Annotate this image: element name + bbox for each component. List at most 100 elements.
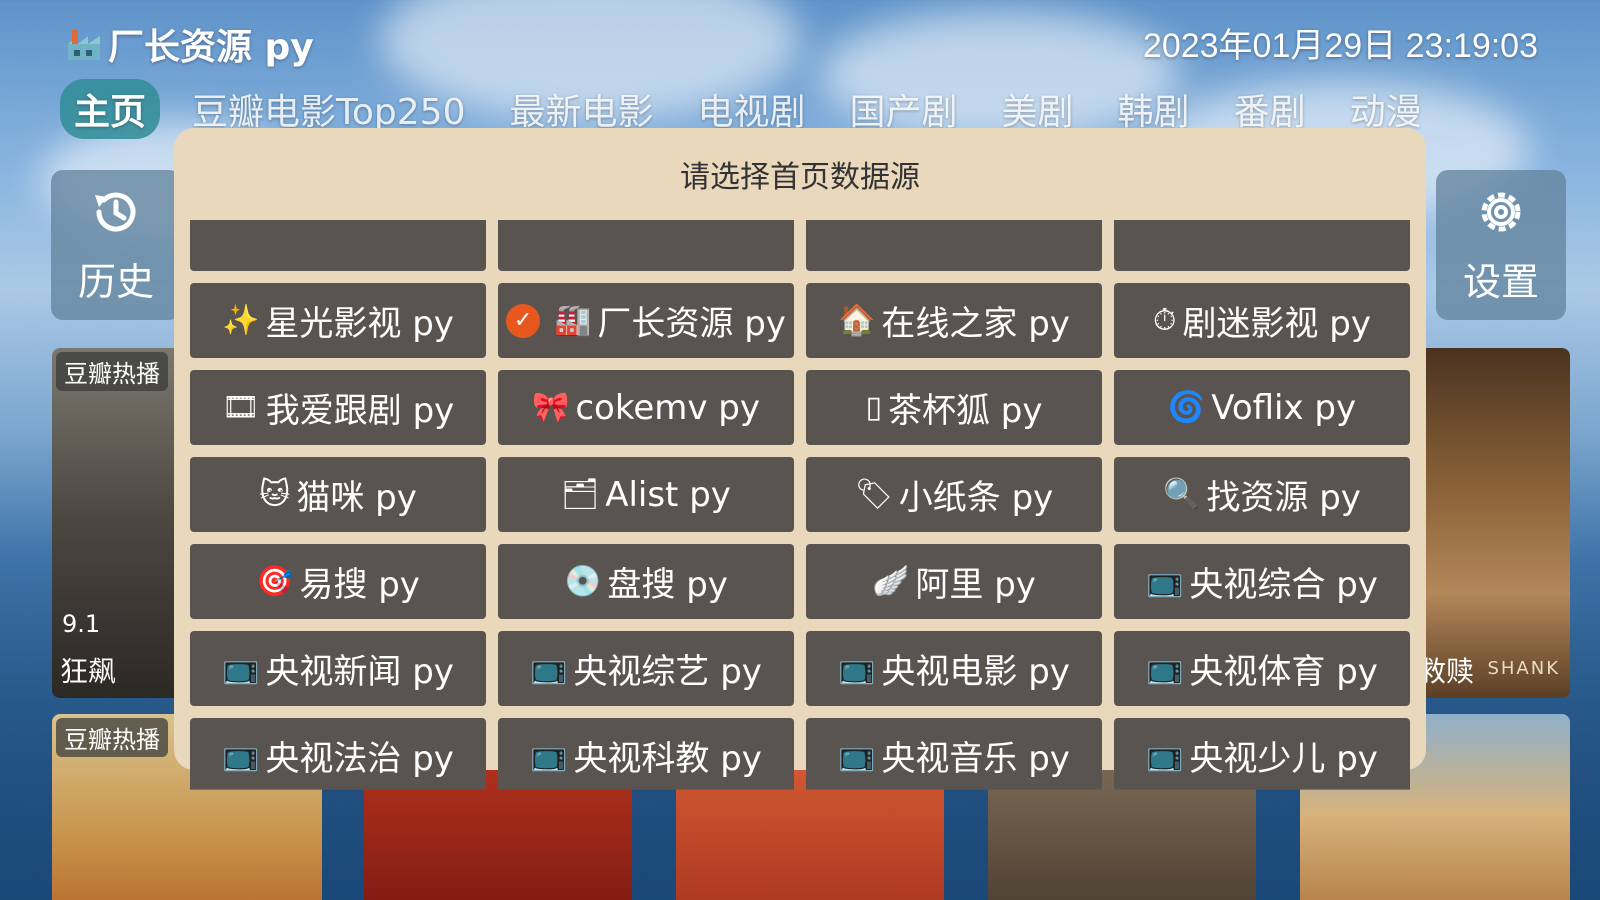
datasource-option[interactable]: 🏷 小纸条 py [806, 457, 1102, 532]
history-label: 历史 [77, 259, 154, 304]
source-icon: ✨ [222, 302, 260, 338]
source-icon: 🪽 [872, 563, 910, 599]
datasource-option[interactable]: 📺 央视法治 py [190, 718, 486, 790]
datasource-option[interactable]: 🎞 我爱跟剧 py [190, 370, 486, 445]
datasource-option[interactable]: ✓ 🏭 厂长资源 py [498, 283, 794, 358]
option-label: 央视综合 py [1189, 565, 1378, 605]
source-icon: ⏱ [1153, 302, 1177, 338]
datasource-option[interactable] [806, 220, 1102, 271]
option-scroll-area[interactable]: ✨ 星光影视 py ✓ 🏭 厂长资源 py 🏠 在线之家 py ⏱ 剧迷影视 py 🎞 我爱跟剧 p… [174, 220, 1426, 790]
source-icon: 📺 [1146, 737, 1184, 773]
source-icon: 📺 [838, 737, 876, 773]
datasource-option[interactable]: ▯ 茶杯狐 py [806, 370, 1102, 445]
source-icon: 🔍 [1163, 476, 1201, 512]
source-icon: 🎀 [531, 389, 570, 425]
option-label: 央视新闻 py [265, 652, 454, 692]
option-label: 星光影视 py [265, 304, 454, 344]
source-icon: 🏭 [554, 302, 592, 338]
history-button[interactable]: 历史 [51, 170, 181, 320]
option-list[interactable]: ✨ 星光影视 py ✓ 🏭 厂长资源 py 🏠 在线之家 py ⏱ 剧迷影视 py 🎞 我爱跟剧 p… [174, 220, 1426, 860]
factory-icon [68, 30, 100, 60]
datasource-option[interactable]: 🗂 Alist py [498, 457, 794, 532]
source-icon: 💿 [564, 563, 602, 599]
source-icon: 📺 [1146, 563, 1184, 599]
settings-label: 设置 [1462, 259, 1539, 304]
source-icon: 📺 [1146, 650, 1184, 686]
source-icon: 🗂 [561, 476, 600, 512]
source-icon: 📺 [222, 737, 260, 773]
poster-badge: 豆瓣热播 [56, 352, 168, 391]
selected-check-icon: ✓ [506, 303, 541, 338]
option-label: 盘搜 py [607, 565, 728, 605]
option-label: cokemv py [575, 387, 760, 428]
option-label: 在线之家 py [881, 304, 1070, 344]
source-icon: 🎯 [256, 563, 294, 599]
datasource-option[interactable]: 📺 央视综艺 py [498, 631, 794, 706]
option-label: 央视少儿 py [1189, 739, 1378, 779]
datasource-option[interactable]: 📺 央视少儿 py [1114, 718, 1410, 790]
datasource-option[interactable]: 🔍 找资源 py [1114, 457, 1410, 532]
history-icon [95, 192, 136, 232]
datasource-option[interactable]: 📺 央视新闻 py [190, 631, 486, 706]
app-title-text: 厂长资源 py [108, 27, 314, 68]
datasource-option[interactable] [190, 220, 486, 271]
option-label: 央视综艺 py [573, 652, 762, 692]
option-label: 央视法治 py [265, 739, 454, 779]
source-icon: ▯ [865, 389, 882, 425]
datasource-option[interactable]: 🌀 Voflix py [1114, 370, 1410, 445]
source-icon: 🌀 [1167, 389, 1206, 425]
source-icon: 📺 [838, 650, 876, 686]
option-label: 易搜 py [299, 565, 420, 605]
source-icon: 🐱 [259, 476, 291, 512]
settings-button[interactable]: 设置 [1436, 170, 1566, 320]
datasource-option[interactable]: 📺 央视音乐 py [806, 718, 1102, 790]
option-label: 阿里 py [915, 565, 1036, 605]
option-label: 小纸条 py [898, 478, 1054, 518]
poster-title: 狂飙 [60, 655, 117, 688]
option-label: 央视体育 py [1189, 652, 1378, 692]
option-label: 央视科教 py [573, 739, 762, 779]
datasource-option[interactable]: 🐱 猫咪 py [190, 457, 486, 532]
gear-icon [1481, 192, 1521, 231]
poster-rating: 9.1 [62, 610, 101, 638]
poster-card[interactable]: 豆瓣热播 9.1 狂飙 [52, 348, 182, 698]
datasource-option[interactable]: 🎀 cokemv py [498, 370, 794, 445]
datasource-option[interactable]: 📺 央视体育 py [1114, 631, 1410, 706]
option-label: Alist py [605, 474, 731, 515]
option-label: 猫咪 py [296, 478, 417, 518]
datasource-dialog: 请选择首页数据源 ✨ 星光影视 py ✓ 🏭 厂长资源 py 🏠 在线之家 py ⏱ 剧迷影视 … [174, 128, 1426, 790]
option-label: 找资源 py [1206, 478, 1361, 518]
dialog-title: 请选择首页数据源 [680, 160, 920, 195]
poster-title: 救赎 [1418, 655, 1475, 688]
option-label: 茶杯狐 py [888, 391, 1043, 431]
app-title: 厂长资源 py [66, 18, 314, 70]
source-icon: 🎞 [221, 389, 260, 425]
datasource-option[interactable]: ⏱ 剧迷影视 py [1114, 283, 1410, 358]
source-icon: 🏠 [838, 302, 876, 338]
option-label: 央视电影 py [881, 652, 1070, 692]
option-label: 剧迷影视 py [1182, 304, 1371, 344]
source-icon: 📺 [530, 650, 568, 686]
datasource-option[interactable]: 🏠 在线之家 py [806, 283, 1102, 358]
option-grid: ✨ 星光影视 py ✓ 🏭 厂长资源 py 🏠 在线之家 py ⏱ 剧迷影视 py 🎞 我爱跟剧 p… [190, 220, 1410, 790]
option-label: 我爱跟剧 py [265, 391, 455, 431]
datasource-option[interactable] [498, 220, 794, 271]
datasource-option[interactable]: 🪽 阿里 py [806, 544, 1102, 619]
source-icon: 📺 [530, 737, 568, 773]
datasource-option[interactable] [1114, 220, 1410, 271]
option-label: Voflix py [1211, 387, 1357, 428]
poster-badge: 豆瓣热播 [56, 718, 168, 757]
option-label: 央视音乐 py [881, 739, 1070, 779]
source-icon: 📺 [222, 650, 260, 686]
datasource-option[interactable]: 🎯 易搜 py [190, 544, 486, 619]
tab-home[interactable]: 主页 [60, 79, 161, 139]
datasource-option[interactable]: 📺 央视科教 py [498, 718, 794, 790]
datetime-clock: 2023年01月29日 23:19:03 [1142, 27, 1538, 65]
option-label: 厂长资源 py [597, 304, 786, 344]
poster-card[interactable]: SHANK 救赎 [1410, 348, 1570, 698]
source-icon: 🏷 [854, 476, 893, 512]
datasource-option[interactable]: 💿 盘搜 py [498, 544, 794, 619]
datasource-option[interactable]: ✨ 星光影视 py [190, 283, 486, 358]
datasource-option[interactable]: 📺 央视电影 py [806, 631, 1102, 706]
datasource-option[interactable]: 📺 央视综合 py [1114, 544, 1410, 619]
